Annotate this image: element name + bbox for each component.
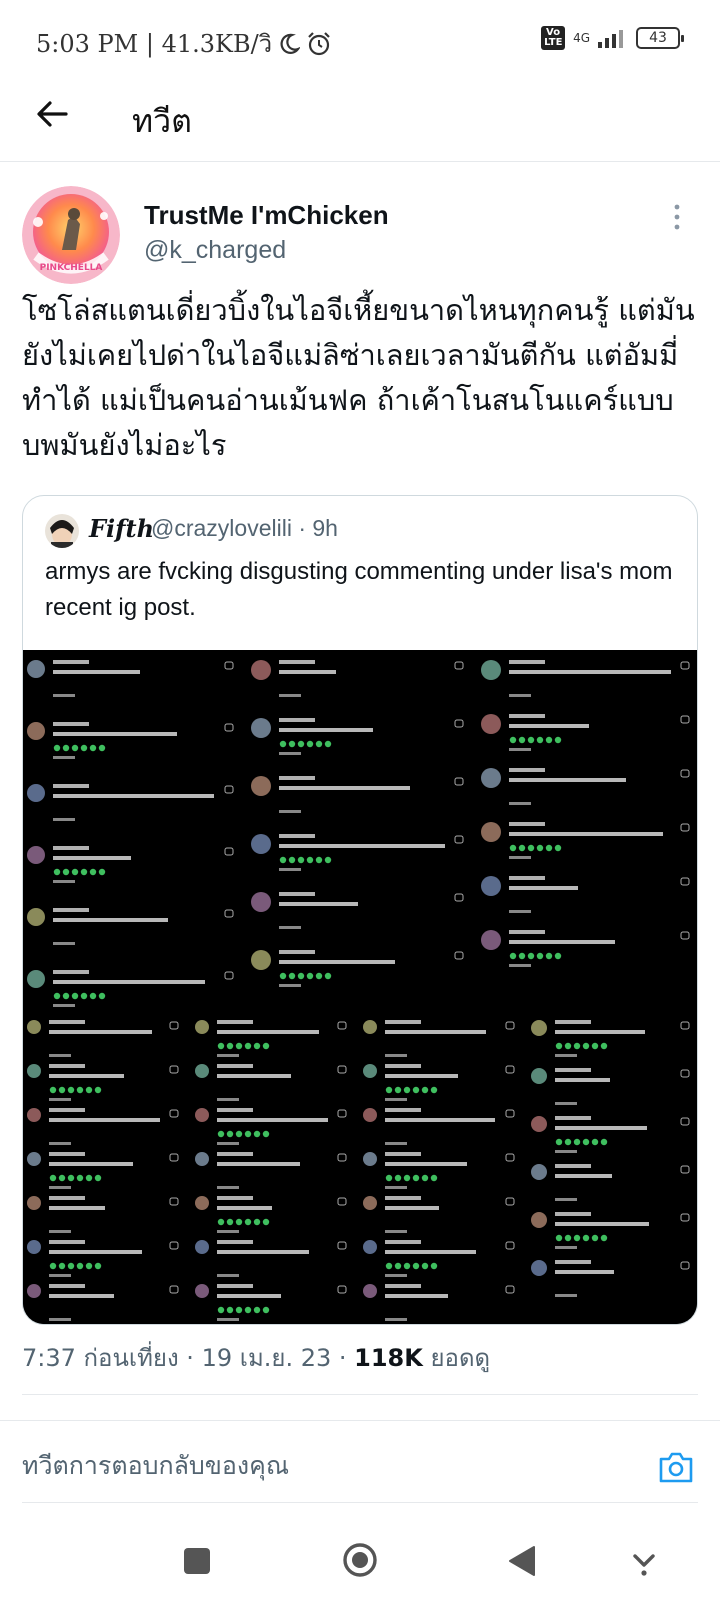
chevron-down-icon[interactable] [632, 1546, 656, 1576]
back-triangle-icon[interactable] [506, 1544, 538, 1578]
comment-screenshots-collage [23, 650, 697, 1324]
views-count: 118K [354, 1344, 423, 1372]
status-time-speed: 5:03 PM | 41.3KB/วิ [36, 30, 273, 58]
alarm-icon [308, 31, 330, 55]
views-label: ยอดดู [422, 1344, 491, 1372]
quote-author-handle: @crazylovelili · 9h [151, 515, 338, 541]
quote-author-avatar [45, 514, 79, 548]
author-name[interactable]: TrustMe I'mChicken [144, 200, 389, 231]
tweet-timestamp: 7:37 ก่อนเที่ยง · 19 เม.ย. 23 · [22, 1344, 355, 1372]
quote-media-image[interactable] [23, 650, 697, 1324]
signal-icon [598, 30, 623, 48]
divider [22, 1394, 698, 1395]
reply-input[interactable]: ทวีตการตอบกลับของคุณ [22, 1446, 289, 1486]
more-options-icon[interactable] [672, 204, 682, 230]
author-handle[interactable]: @k_charged [144, 236, 286, 265]
tweet-meta: 7:37 ก่อนเที่ยง · 19 เม.ย. 23 · 118K ยอด… [22, 1338, 490, 1377]
status-bar: 5:03 PM | 41.3KB/วิ Vo LTE 4G 43 [0, 0, 720, 80]
volte-icon: Vo LTE [541, 26, 566, 50]
battery-icon: 43 [636, 27, 684, 49]
top-app-bar: ทวีต [0, 80, 720, 162]
network-type: 4G [573, 31, 590, 45]
camera-icon[interactable] [658, 1450, 694, 1484]
quote-author-name: Fifth [89, 514, 155, 543]
divider [0, 1420, 720, 1421]
dnd-moon-icon [280, 33, 301, 54]
status-left: 5:03 PM | 41.3KB/วิ [36, 24, 332, 63]
page-title: ทวีต [132, 102, 192, 140]
avatar-text: PINKCHELLA [40, 263, 103, 273]
quote-text: armys are fvcking disgusting commenting … [45, 558, 673, 621]
status-right: Vo LTE 4G 43 [541, 26, 684, 50]
back-arrow-icon[interactable] [32, 94, 72, 134]
home-icon[interactable] [342, 1542, 378, 1578]
divider [22, 1502, 698, 1503]
system-nav-bar [0, 1520, 720, 1600]
tweet-text: โซโล่สแตนเดี่ยวบิ้งในไอจีเหี้ยขนาดไหนทุก… [22, 293, 695, 462]
author-avatar[interactable]: PINKCHELLA [22, 186, 120, 284]
quoted-tweet[interactable]: Fifth @crazylovelili · 9h armys are fvck… [22, 495, 698, 1325]
recents-icon[interactable] [184, 1548, 210, 1574]
